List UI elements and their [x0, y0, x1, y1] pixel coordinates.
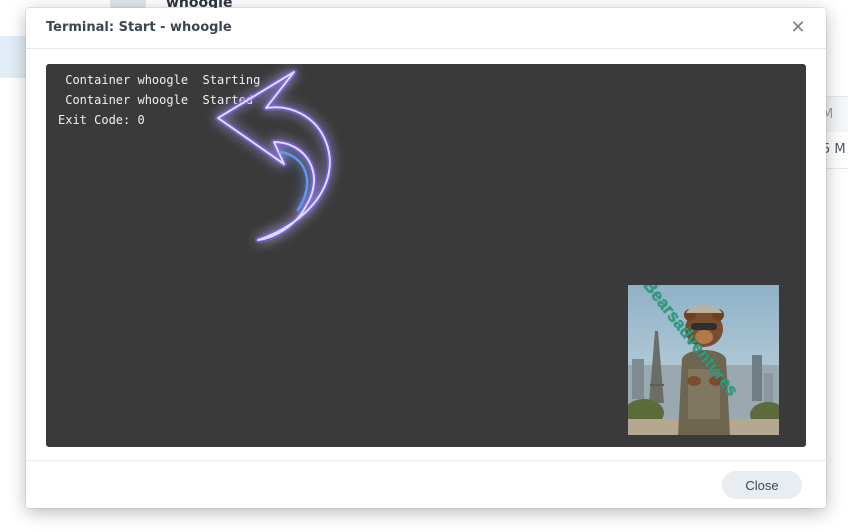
dialog-title: Terminal: Start - whoogle [46, 20, 232, 35]
close-icon[interactable]: ✕ [788, 18, 808, 38]
dialog-footer: Close [26, 460, 826, 509]
terminal-dialog: Terminal: Start - whoogle ✕ Container wh… [26, 8, 826, 508]
dialog-header: Terminal: Start - whoogle ✕ [26, 8, 826, 49]
left-rail-selected-item[interactable] [0, 36, 26, 78]
close-button[interactable]: Close [722, 471, 802, 499]
back-arrow-graphic [215, 69, 333, 243]
bear-photo-image: Bearsadventures [628, 285, 779, 435]
terminal-output: Container whoogle Starting Container who… [46, 64, 806, 447]
